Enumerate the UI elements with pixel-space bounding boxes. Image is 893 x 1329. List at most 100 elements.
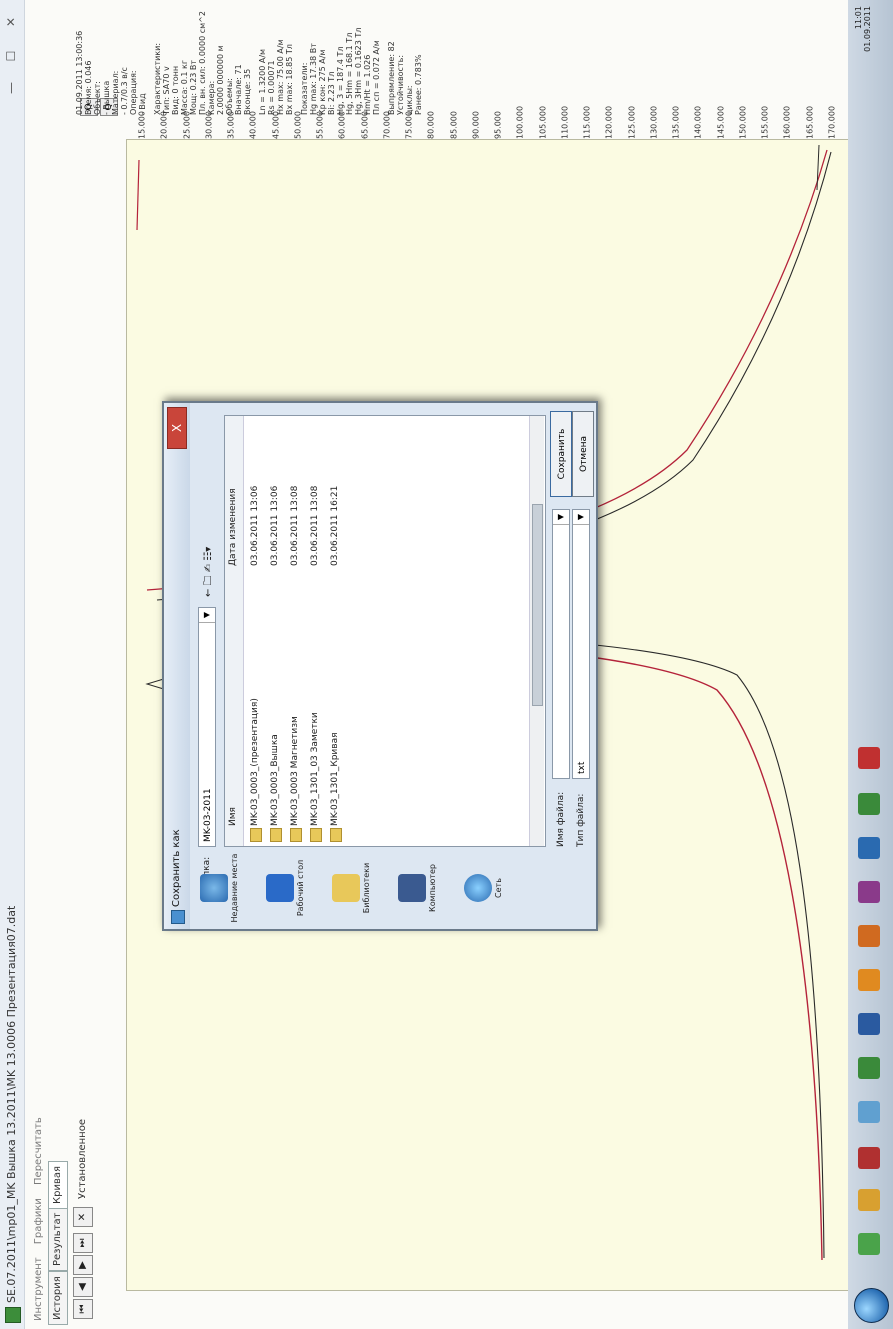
last-record-button[interactable]: ⏭ xyxy=(73,1233,93,1253)
info-line: Объект: xyxy=(93,81,102,115)
menu-item-recalc[interactable]: Пересчитать xyxy=(33,1117,44,1185)
y-tick-label: 85.000 xyxy=(449,111,459,139)
file-date: 03.06.2011 13:08 xyxy=(290,485,300,566)
info-line: Выпрямление: 82 xyxy=(387,41,396,115)
desktop-icon xyxy=(266,874,294,902)
y-tick-label: 95.000 xyxy=(493,111,503,139)
taskbar-app-icon[interactable] xyxy=(858,969,880,991)
folder-icon xyxy=(250,828,262,842)
taskbar: 11:01 01.09.2011 xyxy=(848,0,893,1329)
taskbar-app-icon[interactable] xyxy=(858,881,880,903)
taskbar-app-icon[interactable] xyxy=(858,925,880,947)
maximize-button[interactable]: ☐ xyxy=(2,41,20,71)
y-tick-label: 40.000 xyxy=(248,111,258,139)
curve-upper-right xyxy=(816,144,820,191)
y-tick-label: 15.000 xyxy=(137,111,147,139)
info-line: Мощ: 0.23 Вт xyxy=(189,59,198,115)
taskbar-app-icon[interactable] xyxy=(858,1233,880,1255)
clock-date[interactable]: 01.09.2011 xyxy=(863,6,872,52)
info-line: - Вид xyxy=(138,93,147,115)
y-tick-label: 75.000 xyxy=(404,111,414,139)
file-name: MK-03_0003 Магнетизм xyxy=(290,716,300,826)
tab-history[interactable]: История xyxy=(48,1271,68,1325)
close-button[interactable]: ✕ xyxy=(2,7,20,37)
taskbar-app-icon[interactable] xyxy=(858,793,880,815)
y-tick-label: 65.000 xyxy=(360,111,370,139)
column-name[interactable]: Имя xyxy=(228,807,238,826)
horizontal-scrollbar[interactable] xyxy=(529,416,544,846)
filetype-select[interactable]: txt ▼ xyxy=(572,509,590,779)
file-list[interactable]: Имя Дата изменения MK-03_0003_(презентац… xyxy=(224,415,546,847)
info-line: Ln = 1.3200 А/м xyxy=(258,48,267,115)
y-tick-label: 80.000 xyxy=(426,111,436,139)
menu-item-instrument[interactable]: Инструмент xyxy=(33,1257,44,1321)
prev-record-button[interactable]: ◀ xyxy=(73,1277,93,1297)
file-list-header: Имя Дата изменения xyxy=(225,416,244,846)
place-computer[interactable]: Компьютер xyxy=(398,853,437,923)
y-tick-label: 70.000 xyxy=(382,111,392,139)
tab-strip: История Результат Кривая xyxy=(46,0,68,1329)
file-name: MK-03_1301_Кривая xyxy=(330,732,340,826)
toolbar: ⏮ ◀ ▶ ⏭ ✕ Установленное xyxy=(70,0,96,1329)
filename-label: Имя файла: xyxy=(556,791,566,847)
recent-places-icon xyxy=(200,874,228,902)
cancel-button[interactable]: Отмена xyxy=(572,411,594,497)
start-button[interactable] xyxy=(848,1284,893,1329)
menu-bar: Инструмент Графики Пересчитать xyxy=(26,0,44,1329)
save-as-dialog: Сохранить как X Папка: MK-03-2011 ▼ ← 🗀 … xyxy=(162,401,598,931)
place-libraries[interactable]: Библиотеки xyxy=(332,853,371,923)
info-line: Вначале: 71 xyxy=(234,64,243,115)
first-record-button[interactable]: ⏮ xyxy=(73,1299,93,1319)
place-recent[interactable]: Недавние места xyxy=(200,853,239,923)
taskbar-app-icon[interactable] xyxy=(858,1147,880,1169)
folder-select[interactable]: MK-03-2011 ▼ xyxy=(198,607,216,847)
libraries-icon xyxy=(332,874,360,902)
minimize-button[interactable]: — xyxy=(2,73,20,103)
taskbar-app-icon[interactable] xyxy=(858,837,880,859)
menu-item-graphs[interactable]: Графики xyxy=(33,1198,44,1244)
info-line: Hg, 5Hm = 168.1 Тл xyxy=(345,32,354,115)
filetype-label: Тип файла: xyxy=(576,793,586,847)
info-line: 2.0000 000000 м xyxy=(216,45,225,115)
file-row[interactable]: MK-03_1301_Кривая 03.06.2011 16:21 xyxy=(327,416,345,846)
info-line: Bx max: 18.85 Тл xyxy=(285,44,294,115)
taskbar-app-icon[interactable] xyxy=(858,747,880,769)
save-button[interactable]: Сохранить xyxy=(550,411,572,497)
clock-time[interactable]: 11:01 xyxy=(854,6,863,52)
y-axis-ticks: 170.000 165.000 160.000 155.000 150.000 145.0… xyxy=(126,106,848,139)
info-line: Вид: 0 тонн xyxy=(171,65,180,115)
folder-toolbar-icons[interactable]: ← 🗀 ✍ ☷▾ xyxy=(201,547,218,597)
dialog-close-button[interactable]: X xyxy=(167,407,187,449)
place-network[interactable]: Сеть xyxy=(464,853,503,923)
delete-record-button[interactable]: ✕ xyxy=(73,1207,93,1227)
y-tick-label: 30.000 xyxy=(204,111,214,139)
info-line: Показатели: xyxy=(300,62,309,115)
y-tick-label: 35.000 xyxy=(226,111,236,139)
place-label: Библиотеки xyxy=(362,862,371,914)
places-bar: Недавние места Рабочий стол Библиотеки К… xyxy=(200,853,530,923)
file-row[interactable]: MK-03_0003_(презентация) 03.06.2011 13:06 xyxy=(247,416,265,846)
file-row[interactable]: MK-03_0003_Вышка 03.06.2011 13:06 xyxy=(267,416,285,846)
desktop: SE.07.2011\mp01_MK Вышка 13.2011\MK 13.0… xyxy=(0,0,893,1329)
taskbar-app-icon[interactable] xyxy=(858,1013,880,1035)
tab-result[interactable]: Результат xyxy=(48,1207,68,1271)
place-desktop[interactable]: Рабочий стол xyxy=(266,853,305,923)
next-record-button[interactable]: ▶ xyxy=(73,1255,93,1275)
folder-icon xyxy=(310,828,322,842)
info-line: Масса: 0.1 кг xyxy=(180,59,189,115)
column-date[interactable]: Дата изменения xyxy=(228,488,238,566)
chevron-down-icon: ▼ xyxy=(553,510,569,525)
taskbar-app-icon[interactable] xyxy=(858,1057,880,1079)
tab-curve[interactable]: Кривая xyxy=(48,1161,68,1209)
file-name: MK-03_1301_03 Заметки xyxy=(310,712,320,826)
info-line: Материал: xyxy=(111,70,120,115)
place-label: Сеть xyxy=(494,878,503,898)
file-row[interactable]: MK-03_1301_03 Заметки 03.06.2011 13:08 xyxy=(307,416,325,846)
info-line: - Вышка xyxy=(102,80,111,115)
taskbar-app-icon[interactable] xyxy=(858,1189,880,1211)
taskbar-app-icon[interactable] xyxy=(858,1101,880,1123)
filename-input[interactable]: ▼ xyxy=(552,509,570,779)
place-label: Компьютер xyxy=(428,864,437,912)
file-row[interactable]: MK-03_0003 Магнетизм 03.06.2011 13:08 xyxy=(287,416,305,846)
scroll-thumb[interactable] xyxy=(532,504,543,706)
